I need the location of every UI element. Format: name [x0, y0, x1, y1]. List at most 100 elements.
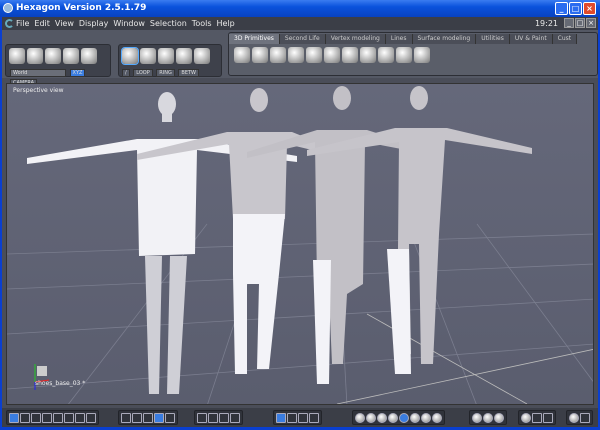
tab-uv-paint[interactable]: UV & Paint [509, 34, 553, 44]
frame-all-icon[interactable] [197, 412, 207, 423]
smooth-icon[interactable] [399, 412, 409, 423]
text-3d-icon[interactable] [414, 47, 430, 63]
sphere-icon[interactable] [252, 47, 268, 63]
wire-hidden-icon[interactable] [366, 412, 376, 423]
ghost-tool-icon[interactable] [81, 48, 97, 64]
four-view-icon[interactable] [20, 412, 30, 423]
snap-buttons [273, 410, 322, 425]
tab-vertex-modeling[interactable]: Vertex modeling [325, 34, 386, 44]
menu-window[interactable]: Window [113, 19, 145, 28]
light-icon[interactable] [483, 412, 493, 423]
move-light-icon[interactable] [494, 412, 504, 423]
smooth-lines-icon[interactable] [410, 412, 420, 423]
face-mode-icon[interactable] [140, 48, 156, 64]
window-title: Hexagon Version 2.5.1.79 [16, 3, 147, 13]
render-buttons [469, 410, 507, 425]
octahedron-icon[interactable] [360, 47, 376, 63]
layout-4-icon[interactable] [42, 412, 52, 423]
properties-icon[interactable] [121, 412, 131, 423]
edge-mode-icon[interactable] [158, 48, 174, 64]
smooth-wire-icon[interactable] [388, 412, 398, 423]
plane-icon[interactable] [270, 47, 286, 63]
clock: 19:21 [534, 19, 558, 28]
selected-object-label: shoes_base_03 * [35, 380, 86, 387]
menu-edit[interactable]: Edit [34, 19, 50, 28]
layout-8-icon[interactable] [86, 412, 96, 423]
scene [7, 86, 593, 404]
zoom-icon[interactable] [219, 412, 229, 423]
auto-mode-icon[interactable] [194, 48, 210, 64]
grid-icon[interactable] [143, 412, 153, 423]
pan-icon[interactable] [208, 412, 218, 423]
tab-lines[interactable]: Lines [385, 34, 413, 44]
layout-7-icon[interactable] [75, 412, 85, 423]
tab-3d-primitives[interactable]: 3D Primitives [229, 34, 280, 44]
shadow-icon[interactable] [421, 412, 431, 423]
close-button[interactable]: × [583, 2, 596, 15]
layout-3-icon[interactable] [31, 412, 41, 423]
xyz-button[interactable]: XYZ [69, 69, 86, 77]
brush-icon[interactable] [132, 412, 142, 423]
betw-button[interactable]: BETW [178, 69, 199, 77]
symmetry-icon[interactable] [298, 412, 308, 423]
viewport-label: Perspective view [13, 87, 64, 94]
tweak-tool-icon[interactable] [45, 48, 61, 64]
lasso-tool-icon[interactable] [27, 48, 43, 64]
axis-icon[interactable] [276, 412, 286, 423]
display-buttons [118, 410, 178, 425]
wireframe-icon[interactable] [355, 412, 365, 423]
bottom-toolbar [2, 408, 598, 427]
grid-plane-icon[interactable] [288, 47, 304, 63]
title-bar: Hexagon Version 2.5.1.79 _ □ × [0, 0, 600, 17]
ring-button[interactable]: RING [156, 69, 175, 77]
coord-system-select[interactable]: World [10, 69, 66, 77]
menu-file[interactable]: File [16, 19, 29, 28]
dodecahedron-icon[interactable] [378, 47, 394, 63]
globe-icon[interactable] [569, 412, 579, 423]
menu-view[interactable]: View [55, 19, 74, 28]
snap-icon[interactable] [287, 412, 297, 423]
vertex-mode-icon[interactable] [176, 48, 192, 64]
layout-5-icon[interactable] [53, 412, 63, 423]
object-mode-icon[interactable] [121, 47, 139, 65]
material-icon[interactable] [521, 412, 531, 423]
single-view-icon[interactable] [9, 412, 19, 423]
layers-icon[interactable] [543, 412, 553, 423]
doc-restore-button[interactable]: □ [575, 18, 585, 28]
cone-icon[interactable] [324, 47, 340, 63]
pen-select-icon[interactable]: / [122, 69, 130, 77]
cylinder-icon[interactable] [306, 47, 322, 63]
loop-button[interactable]: LOOP [133, 69, 153, 77]
tetrahedron-icon[interactable] [342, 47, 358, 63]
doc-close-button[interactable]: × [586, 18, 596, 28]
select-tool-icon[interactable] [9, 48, 25, 64]
doc-minimize-button[interactable]: _ [564, 18, 574, 28]
human-figures [27, 86, 532, 394]
tab-utilities[interactable]: Utilities [476, 34, 510, 44]
render-icon[interactable] [472, 412, 482, 423]
layout-buttons [6, 410, 99, 425]
minimize-button[interactable]: _ [555, 2, 568, 15]
menu-help[interactable]: Help [217, 19, 235, 28]
texture-icon[interactable] [532, 412, 542, 423]
camera-icon[interactable] [580, 412, 590, 423]
menu-display[interactable]: Display [79, 19, 109, 28]
universal-manipulator-icon[interactable] [63, 48, 79, 64]
tab-custom[interactable]: Cust [552, 34, 578, 44]
menu-tools[interactable]: Tools [192, 19, 212, 28]
tab-surface-modeling[interactable]: Surface modeling [412, 34, 477, 44]
perspective-viewport[interactable]: Perspective view shoes_base_03 * [6, 83, 594, 405]
maximize-button[interactable]: □ [569, 2, 582, 15]
orbit-icon[interactable] [230, 412, 240, 423]
hexagon-logo-icon [5, 19, 14, 28]
lit-icon[interactable] [432, 412, 442, 423]
cube-icon[interactable] [234, 47, 250, 63]
grid-on-icon[interactable] [154, 412, 164, 423]
drop-icon[interactable] [309, 412, 319, 423]
menu-selection[interactable]: Selection [150, 19, 187, 28]
layout-6-icon[interactable] [64, 412, 74, 423]
icosahedron-icon[interactable] [396, 47, 412, 63]
grid-side-icon[interactable] [165, 412, 175, 423]
flat-icon[interactable] [377, 412, 387, 423]
tab-second-life[interactable]: Second Life [279, 34, 326, 44]
